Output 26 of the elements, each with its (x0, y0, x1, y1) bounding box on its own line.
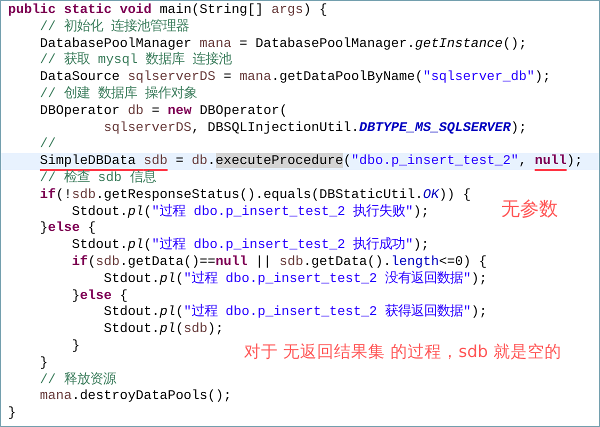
code-line: mana.destroyDataPools(); (38, 388, 232, 406)
code-line: // (38, 136, 56, 154)
code-line: if(sdb.getData()==null || sdb.getData().length<=0) { (70, 254, 487, 270)
code-line: } (7, 405, 16, 422)
code-line: DBOperator db = new DBOperator( (38, 102, 288, 120)
code-line: // 检查 sdb 信息 (38, 170, 156, 187)
code-line: Stdout.pl("过程 dbo.p_insert_test_2 获得返回数据"); (102, 304, 488, 322)
code-line: // 获取 mysql 数据库 连接池 (38, 52, 232, 70)
code-line: } (70, 338, 80, 355)
code-line: if(!sdb.getResponseStatus().equals(DBStaticUtil.OK)) { (38, 186, 471, 204)
code-line: } (38, 354, 48, 372)
code-line: // 创建 数据库 操作对象 (38, 86, 197, 103)
code-line: Stdout.pl("过程 dbo.p_insert_test_2 执行成功"); (70, 237, 430, 254)
code-line: Stdout.pl(sdb); (102, 321, 224, 338)
code-line: DatabasePoolManager mana = DatabasePoolManager.getInstance(); (38, 36, 527, 52)
code-line: Stdout.pl("过程 dbo.p_insert_test_2 没有返回数据"); (102, 270, 488, 288)
code-line: // 初始化 连接池管理器 (38, 18, 189, 36)
code-line: }else { (38, 220, 96, 238)
code-line: DataSource sqlserverDS = mana.getDataPoolByName("sqlserver_db"); (38, 69, 551, 86)
code-line: public static void main(String[] args) { (7, 2, 328, 18)
annotation-note: 对于 无返回结果集 的过程，sdb 就是空的 (244, 342, 562, 362)
code-line: // 释放资源 (38, 372, 116, 388)
annotation-note: 无参数 (501, 198, 558, 221)
code-line: }else { (70, 288, 128, 304)
code-line: Stdout.pl("过程 dbo.p_insert_test_2 执行失败"); (70, 204, 430, 220)
code-line: sqlserverDS, DBSQLInjectionUtil.DBTYPE_MS_SQLSERVER); (102, 120, 527, 136)
